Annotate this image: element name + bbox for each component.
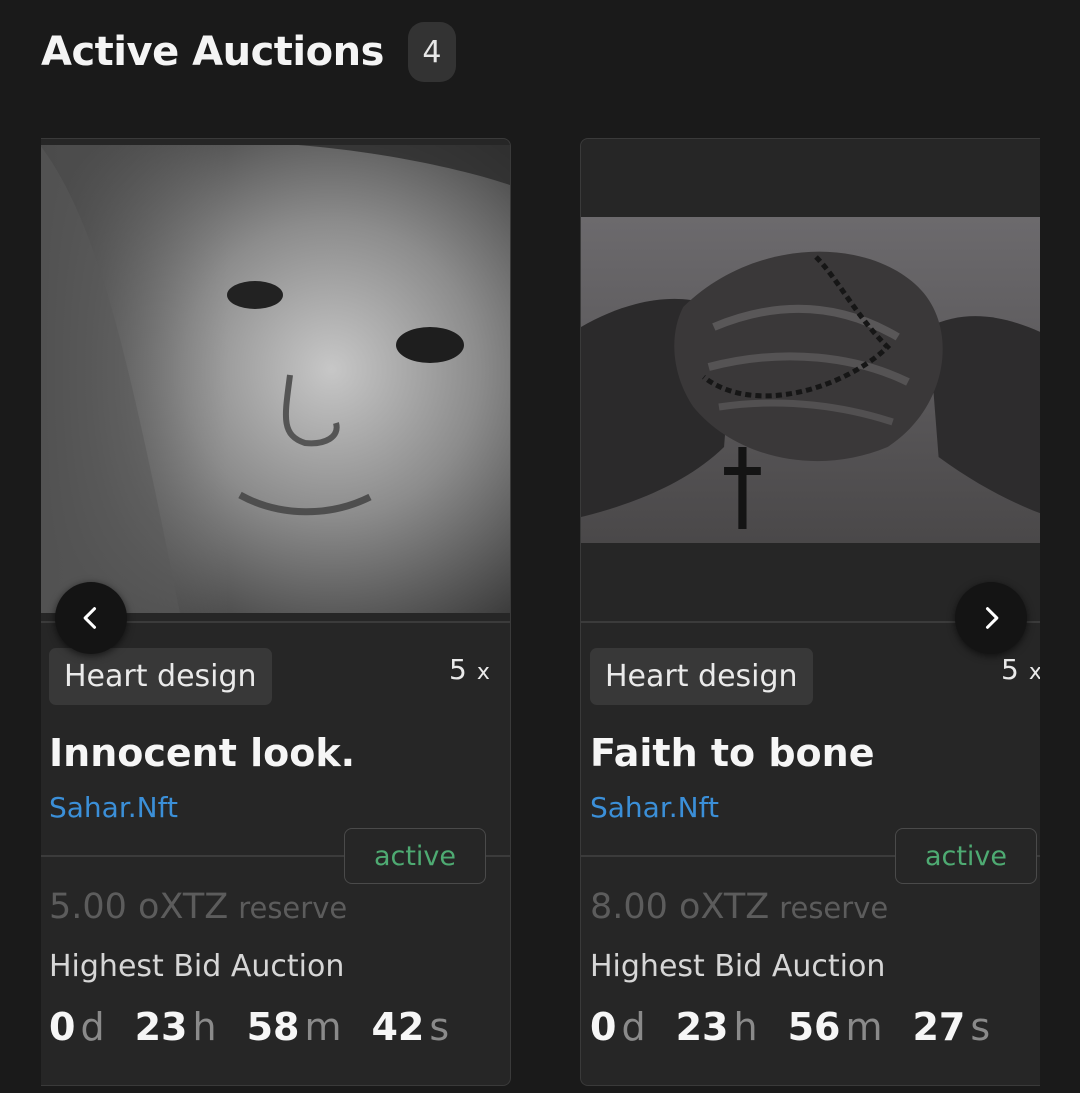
creator-link[interactable]: Sahar.Nft [49,791,178,824]
chevron-right-icon [985,607,999,629]
auction-carousel: Heart design 5x Innocent look. Sahar.Nft… [41,138,1040,1093]
page-title: Active Auctions [41,29,384,75]
category-tag[interactable]: Heart design [49,648,272,705]
edition-count: 5x [1001,653,1040,686]
countdown-timer: 0d 23 h 58 m 42 s [49,1005,450,1049]
artwork-image[interactable] [41,145,510,613]
reserve-price: 8.00 oXTZ reserve [590,887,889,927]
carousel-next-button[interactable] [955,582,1027,654]
artwork-frame [41,145,510,623]
edition-count: 5x [449,653,490,686]
auction-type: Highest Bid Auction [590,949,886,984]
chevron-left-icon [83,607,97,629]
countdown-timer: 0d 23 h 56 m 27 s [590,1005,991,1049]
artwork-title[interactable]: Innocent look. [49,731,355,775]
status-badge: active [344,828,486,884]
creator-link[interactable]: Sahar.Nft [590,791,719,824]
category-tag[interactable]: Heart design [590,648,813,705]
auction-type: Highest Bid Auction [49,949,345,984]
artwork-frame [581,145,1040,623]
reserve-price: 5.00 oXTZ reserve [49,887,348,927]
artwork-image[interactable] [581,217,1040,543]
section-header: Active Auctions 4 [41,22,456,82]
carousel-prev-button[interactable] [55,582,127,654]
status-badge: active [895,828,1037,884]
artwork-title[interactable]: Faith to bone [590,731,874,775]
auction-count-badge: 4 [407,22,456,82]
